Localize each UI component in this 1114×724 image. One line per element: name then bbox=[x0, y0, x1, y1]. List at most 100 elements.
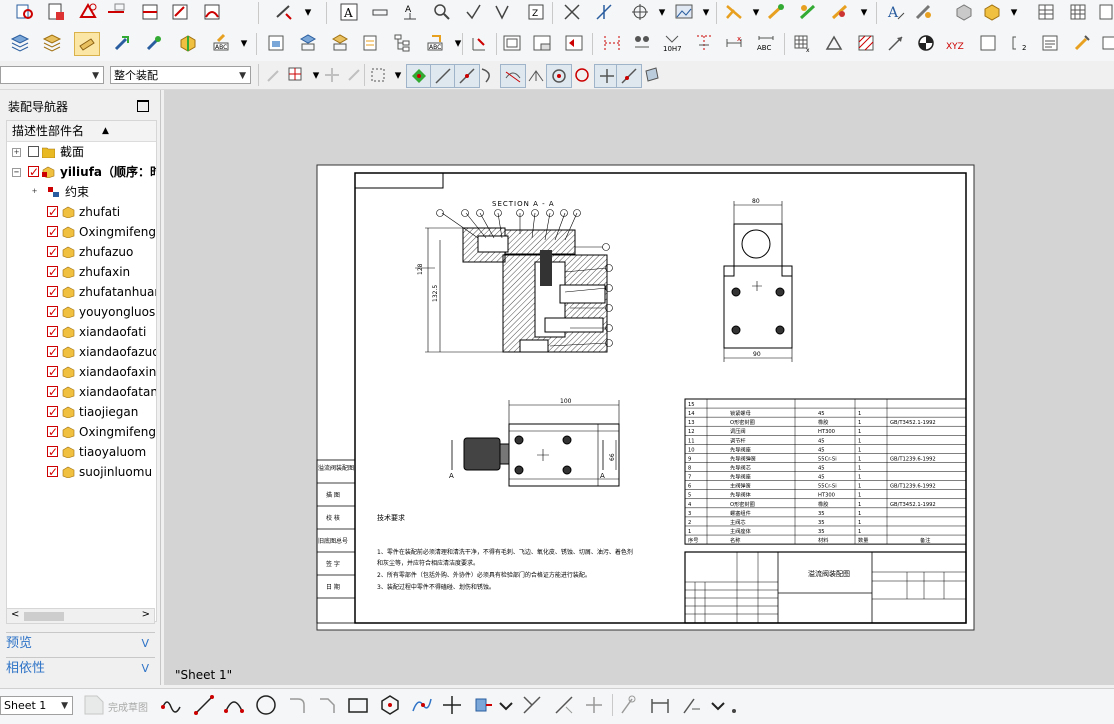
visibility-checkbox[interactable] bbox=[47, 342, 58, 362]
ordinate-dimension-icon[interactable]: x bbox=[722, 32, 746, 54]
component-array-icon[interactable] bbox=[176, 32, 200, 54]
bracket-icon[interactable]: 2 bbox=[1008, 32, 1032, 54]
tree-row[interactable]: zhufatanhuang bbox=[7, 282, 156, 302]
weld-table-icon[interactable] bbox=[828, 1, 852, 23]
table-x-icon[interactable]: x bbox=[790, 32, 814, 54]
quick-trim-icon[interactable] bbox=[520, 693, 544, 717]
hole-table-icon[interactable] bbox=[796, 1, 820, 23]
snap-intersect-icon[interactable] bbox=[500, 64, 526, 88]
visibility-checkbox[interactable] bbox=[47, 282, 58, 302]
arc-icon[interactable] bbox=[222, 693, 246, 717]
dropdown-arrow-icon[interactable] bbox=[706, 693, 725, 717]
surface-finish-icon[interactable] bbox=[462, 1, 486, 23]
expand-icon[interactable]: + bbox=[12, 148, 21, 157]
preview-panel-header[interactable]: 预览 V bbox=[6, 632, 155, 655]
tree-row[interactable]: zhufazuo bbox=[7, 242, 156, 262]
border-icon[interactable] bbox=[500, 32, 524, 54]
studio-spline-icon[interactable] bbox=[410, 693, 434, 717]
tree-row[interactable]: zhufaxin bbox=[7, 262, 156, 282]
tree-row[interactable]: tiaoyaluom bbox=[7, 442, 156, 462]
visibility-checkbox[interactable] bbox=[47, 222, 58, 242]
abc-view-icon[interactable]: ABC bbox=[424, 32, 448, 54]
detail-view-icon[interactable] bbox=[168, 1, 192, 23]
tree-row[interactable]: xiandaofazuo bbox=[7, 342, 156, 362]
break-out-icon[interactable] bbox=[200, 1, 224, 23]
collapse-icon[interactable]: − bbox=[12, 168, 21, 177]
visibility-checkbox[interactable] bbox=[47, 262, 58, 282]
tree-row[interactable]: zhufati bbox=[7, 202, 156, 222]
auto-constraint-icon[interactable] bbox=[680, 693, 704, 717]
dropdown-arrow-icon[interactable]: ▾ bbox=[446, 32, 470, 54]
visibility-checkbox[interactable] bbox=[28, 146, 39, 157]
visibility-checkbox[interactable] bbox=[47, 322, 58, 342]
line-icon[interactable] bbox=[192, 693, 216, 717]
drawing-view-icon[interactable] bbox=[264, 32, 288, 54]
image-icon[interactable] bbox=[672, 1, 696, 23]
component-icon[interactable] bbox=[952, 1, 976, 23]
tree-row[interactable]: suojinluomu bbox=[7, 462, 156, 482]
visibility-checkbox[interactable] bbox=[47, 402, 58, 422]
visibility-checkbox[interactable] bbox=[47, 382, 58, 402]
visibility-checkbox[interactable] bbox=[47, 302, 58, 322]
tree-horizontal-scrollbar[interactable]: < > bbox=[6, 608, 155, 624]
filter-dropdown[interactable]: ▼ bbox=[0, 66, 104, 84]
fit-tolerance-icon[interactable]: 10H7 bbox=[660, 32, 684, 54]
dropdown-arrow-icon[interactable]: ▾ bbox=[650, 1, 674, 23]
layer-settings-icon[interactable] bbox=[40, 32, 64, 54]
triangle-icon[interactable] bbox=[822, 32, 846, 54]
tree-row[interactable]: xiandaofaxin bbox=[7, 362, 156, 382]
add-component-icon[interactable] bbox=[980, 1, 1004, 23]
dropdown-arrow-icon[interactable]: ▾ bbox=[1002, 1, 1026, 23]
update-views-icon[interactable] bbox=[272, 1, 296, 23]
snap-center-icon[interactable] bbox=[546, 64, 572, 88]
leader-icon[interactable] bbox=[368, 1, 392, 23]
brush-icon[interactable] bbox=[1070, 32, 1094, 54]
tree-column-header[interactable]: 描述性部件名 ▲ bbox=[7, 121, 156, 142]
snap-line-icon[interactable] bbox=[430, 64, 456, 88]
table-icon[interactable] bbox=[1034, 1, 1058, 23]
intersect-icon[interactable] bbox=[560, 1, 584, 23]
expand-icon[interactable]: + bbox=[31, 188, 38, 195]
visibility-checkbox[interactable] bbox=[47, 362, 58, 382]
snap-perpendicular-icon[interactable] bbox=[524, 64, 548, 86]
make-corner-icon[interactable] bbox=[582, 693, 606, 717]
visibility-checkbox[interactable] bbox=[47, 202, 58, 222]
target-point-icon[interactable]: Z bbox=[524, 1, 548, 23]
circle-icon[interactable] bbox=[254, 693, 278, 717]
edit-settings-icon[interactable] bbox=[912, 1, 936, 23]
snap-on-curve-icon[interactable] bbox=[616, 64, 642, 88]
visibility-checkbox[interactable] bbox=[47, 422, 58, 442]
fillet-icon[interactable] bbox=[286, 693, 310, 717]
zone-icon[interactable] bbox=[562, 32, 586, 54]
pie-fill-icon[interactable] bbox=[914, 32, 938, 54]
arrow-line-icon[interactable] bbox=[884, 32, 908, 54]
constraint-icon[interactable] bbox=[618, 693, 642, 717]
finish-sketch-label[interactable]: 完成草图 bbox=[108, 699, 148, 714]
tree-row[interactable]: − yiliufa（顺序：时 bbox=[7, 162, 156, 182]
dimension-sketch-icon[interactable] bbox=[648, 693, 672, 717]
layers-icon[interactable] bbox=[8, 32, 32, 54]
tree-row[interactable]: youyongluosi bbox=[7, 302, 156, 322]
assembly-constraint-icon[interactable] bbox=[110, 32, 134, 54]
dropdown-arrow-icon[interactable]: ▾ bbox=[694, 1, 718, 23]
hierarchy-icon[interactable] bbox=[390, 32, 414, 54]
tree-row[interactable]: Oxingmifeng bbox=[7, 222, 156, 242]
weld-symbol-icon[interactable] bbox=[490, 1, 514, 23]
dropdown-arrow-icon[interactable]: ▾ bbox=[852, 1, 876, 23]
tree-row[interactable]: + 约束 bbox=[7, 182, 156, 202]
visibility-checkbox[interactable] bbox=[47, 242, 58, 262]
maximize-icon[interactable] bbox=[137, 100, 149, 112]
hatch-icon[interactable] bbox=[854, 32, 878, 54]
rapid-dimension-icon[interactable] bbox=[600, 32, 624, 54]
snap-off-icon[interactable] bbox=[262, 64, 286, 86]
center-mark-icon[interactable] bbox=[628, 1, 652, 23]
broken-view-icon[interactable] bbox=[104, 1, 128, 23]
quick-extend-icon[interactable] bbox=[552, 693, 576, 717]
zoom-icon[interactable] bbox=[430, 1, 454, 23]
base-view-icon[interactable] bbox=[296, 32, 320, 54]
profile-icon[interactable] bbox=[160, 693, 184, 717]
datum-icon[interactable]: A bbox=[398, 1, 422, 23]
rotate-disabled-icon[interactable] bbox=[342, 64, 366, 86]
finish-sketch-icon[interactable] bbox=[82, 693, 106, 717]
table-settings-icon[interactable] bbox=[1066, 1, 1090, 23]
